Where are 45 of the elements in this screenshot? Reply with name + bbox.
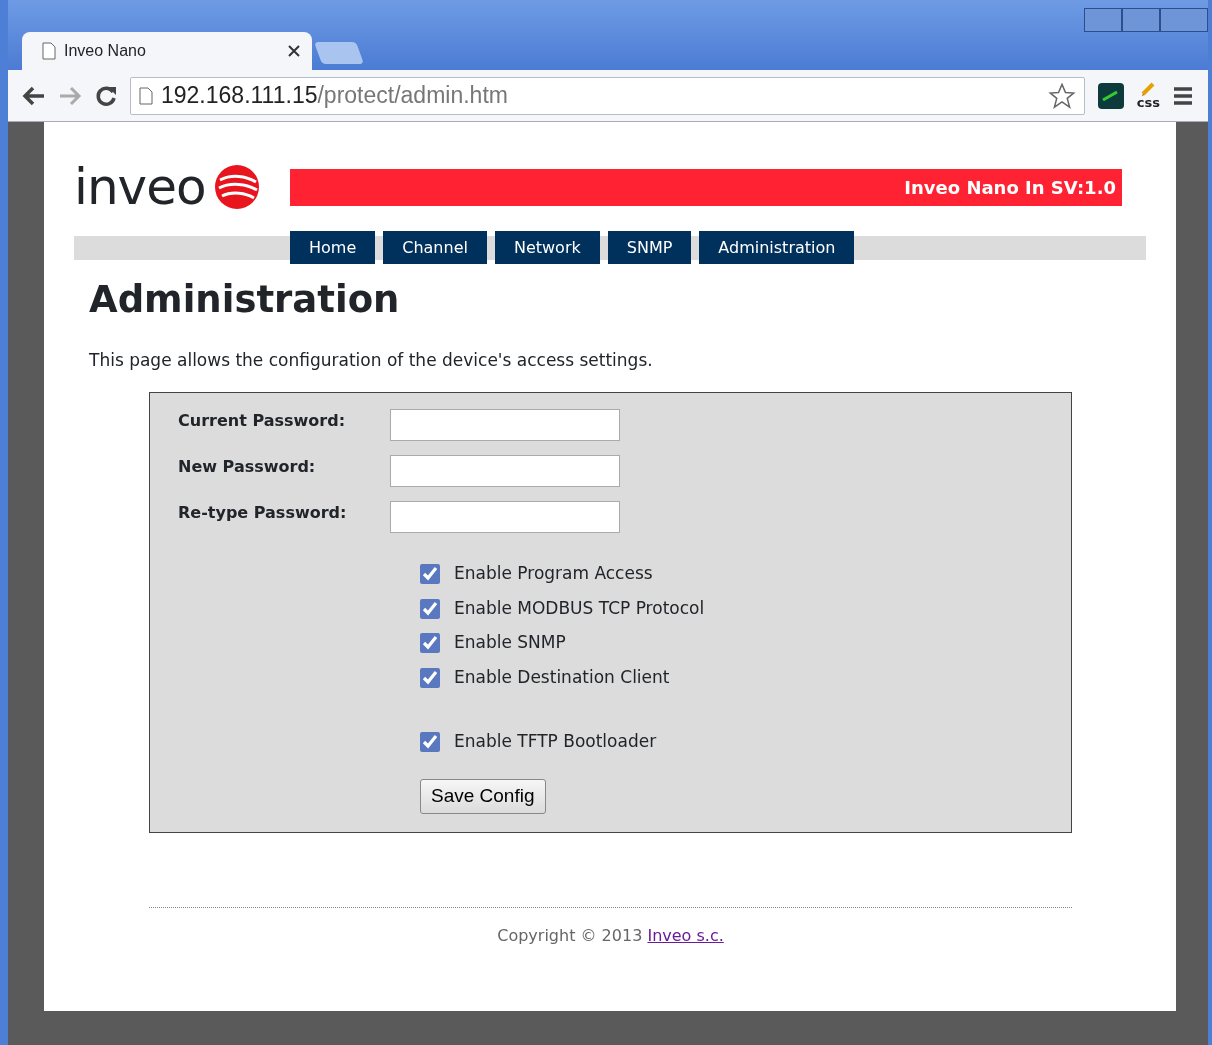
reload-icon[interactable]	[94, 83, 118, 108]
nav-tab[interactable]: Administration	[699, 231, 855, 264]
password-field[interactable]	[390, 408, 620, 441]
close-icon[interactable]	[288, 45, 300, 57]
checkbox[interactable]	[420, 732, 440, 753]
checkbox-label: Enable MODBUS TCP Protocol	[454, 596, 705, 620]
field-label: Current Password:	[178, 409, 347, 432]
page-icon	[139, 86, 153, 105]
checkbox[interactable]	[420, 564, 440, 585]
checkbox[interactable]	[420, 598, 440, 619]
nav-tab[interactable]: Channel	[383, 231, 487, 264]
css-extension-button[interactable]: css	[1136, 82, 1160, 109]
checkbox-label: Enable SNMP	[454, 631, 566, 655]
copyright-text: Copyright © 2013	[497, 925, 643, 945]
maximize-button[interactable]	[1122, 8, 1160, 32]
company-link[interactable]: Inveo s.c.	[647, 925, 724, 945]
logo-text: inveo	[74, 162, 206, 212]
checkbox-label: Enable TFTP Bootloader	[454, 730, 657, 754]
page-icon	[42, 42, 56, 60]
extension-icon[interactable]	[1096, 81, 1125, 110]
pencil-icon	[1140, 82, 1157, 96]
new-tab-button[interactable]	[314, 42, 364, 64]
checkbox-label: Enable Program Access	[454, 562, 653, 586]
checkbox[interactable]	[420, 667, 440, 688]
password-field[interactable]	[390, 454, 620, 487]
address-bar[interactable]: 192.168.111.15/protect/admin.htm	[130, 76, 1085, 115]
browser-tab[interactable]: Inveo Nano	[22, 32, 312, 70]
save-config-button[interactable]: Save Config	[420, 779, 546, 814]
banner: Inveo Nano In SV:1.0	[289, 168, 1122, 206]
password-field[interactable]	[390, 500, 620, 533]
star-icon[interactable]	[1047, 81, 1076, 110]
nav-tab[interactable]: SNMP	[607, 231, 692, 264]
nav-tab[interactable]: Home	[290, 231, 376, 264]
checkbox[interactable]	[420, 633, 440, 654]
close-window-button[interactable]	[1160, 8, 1208, 32]
menu-icon[interactable]	[1172, 84, 1194, 107]
intro-text: This page allows the configuration of the device's access settings.	[89, 349, 654, 373]
logo-icon	[213, 164, 260, 210]
field-label: New Password:	[178, 455, 317, 478]
checkbox-label: Enable Destination Client	[454, 665, 670, 689]
nav-tab[interactable]: Network	[494, 231, 600, 264]
page-heading: Administration	[89, 278, 401, 323]
back-icon[interactable]	[22, 85, 46, 106]
field-label: Re-type Password:	[178, 501, 348, 524]
minimize-button[interactable]	[1084, 8, 1122, 32]
